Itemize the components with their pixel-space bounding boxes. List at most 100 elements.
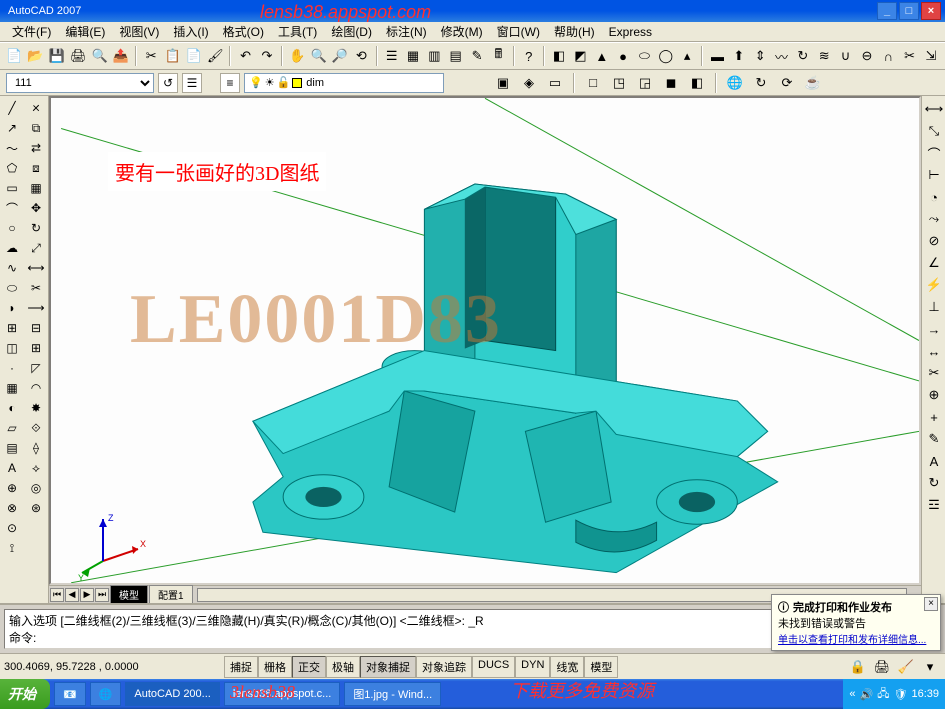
- toggle-polar[interactable]: 极轴: [326, 656, 360, 678]
- box-icon[interactable]: ◧: [549, 45, 569, 67]
- taskbar-item-autocad[interactable]: AutoCAD 200...: [125, 682, 219, 706]
- menu-file[interactable]: 文件(F): [6, 21, 57, 42]
- tray-comm-icon[interactable]: 🔒: [847, 656, 869, 678]
- toggle-dyn[interactable]: DYN: [515, 656, 550, 678]
- join-icon[interactable]: ⊞: [25, 338, 47, 358]
- dim-style-icon[interactable]: ☲: [923, 494, 945, 516]
- presspull2-icon[interactable]: ⇲: [921, 45, 941, 67]
- scale-icon[interactable]: ⤢: [25, 238, 47, 258]
- menu-draw[interactable]: 绘图(D): [325, 21, 378, 42]
- chamfer-icon[interactable]: ◸: [25, 358, 47, 378]
- dim-arc-icon[interactable]: ⌒: [923, 142, 945, 164]
- extrude-icon[interactable]: ⬆: [729, 45, 749, 67]
- explode-icon[interactable]: ✸: [25, 398, 47, 418]
- dim-break-icon[interactable]: ✂: [923, 362, 945, 384]
- mtext-icon[interactable]: A: [1, 458, 23, 478]
- zoom-window-icon[interactable]: 🔎: [330, 45, 350, 67]
- tray-shield-icon[interactable]: 🛡: [894, 688, 908, 701]
- sheet-set-icon[interactable]: ▤: [446, 45, 466, 67]
- tab-layout1[interactable]: 配置1: [149, 585, 193, 604]
- undo-icon[interactable]: ↶: [235, 45, 255, 67]
- tray-menu-icon[interactable]: ▾: [919, 656, 941, 678]
- region-icon[interactable]: ▱: [1, 418, 23, 438]
- spline-icon[interactable]: ∿: [1, 258, 23, 278]
- tray-net-icon[interactable]: 🖧: [877, 685, 889, 704]
- mod2-icon[interactable]: ⟠: [25, 438, 47, 458]
- menu-window[interactable]: 窗口(W): [491, 21, 546, 42]
- visual-hidden-icon[interactable]: ◲: [634, 72, 656, 94]
- stretch-icon[interactable]: ⟷: [25, 258, 47, 278]
- torus-icon[interactable]: ◯: [656, 45, 676, 67]
- view-iso-icon[interactable]: ◈: [518, 72, 540, 94]
- center-mark-icon[interactable]: +: [923, 406, 945, 428]
- move-icon[interactable]: ✥: [25, 198, 47, 218]
- trim-icon[interactable]: ✂: [25, 278, 47, 298]
- gradient-icon[interactable]: ◐: [1, 398, 23, 418]
- zoom-previous-icon[interactable]: ⟲: [351, 45, 371, 67]
- view-top-icon[interactable]: ▣: [492, 72, 514, 94]
- tray-vol-icon[interactable]: 🔊: [860, 688, 874, 701]
- revcloud-icon[interactable]: ☁: [1, 238, 23, 258]
- dim-aligned-icon[interactable]: ⤡: [923, 120, 945, 142]
- ellipse-arc-icon[interactable]: ◗: [1, 298, 23, 318]
- view-front-icon[interactable]: ▭: [544, 72, 566, 94]
- minimize-button[interactable]: _: [877, 2, 897, 20]
- dim-diameter-icon[interactable]: ⊘: [923, 230, 945, 252]
- presspull-icon[interactable]: ⇕: [750, 45, 770, 67]
- dim-baseline-icon[interactable]: ⊥: [923, 296, 945, 318]
- copy-obj-icon[interactable]: ⧉: [25, 118, 47, 138]
- tray-clean-icon[interactable]: 🧹: [895, 656, 917, 678]
- menu-help[interactable]: 帮助(H): [548, 21, 601, 42]
- misc2-icon[interactable]: ⊗: [1, 498, 23, 518]
- polygon-icon[interactable]: ⬠: [1, 158, 23, 178]
- new-icon[interactable]: 📄: [4, 45, 24, 67]
- tool-palettes-icon[interactable]: ▥: [424, 45, 444, 67]
- mod3-icon[interactable]: ⟡: [25, 458, 47, 478]
- properties-icon[interactable]: ☰: [382, 45, 402, 67]
- toggle-otrack[interactable]: 对象追踪: [416, 656, 472, 678]
- dim-radius-icon[interactable]: ◔: [923, 186, 945, 208]
- tab-last-icon[interactable]: ⏭: [95, 588, 109, 602]
- maximize-button[interactable]: □: [899, 2, 919, 20]
- tray-plot-icon[interactable]: 🖨: [871, 656, 893, 678]
- arc-icon[interactable]: ⌒: [1, 198, 23, 218]
- layer-prev-icon[interactable]: ↺: [158, 73, 178, 93]
- wedge-icon[interactable]: ◩: [570, 45, 590, 67]
- copy-icon[interactable]: 📋: [162, 45, 182, 67]
- toggle-model[interactable]: 模型: [584, 656, 618, 678]
- visual-3dwire-icon[interactable]: ◳: [608, 72, 630, 94]
- union-icon[interactable]: ∪: [835, 45, 855, 67]
- save-icon[interactable]: 💾: [47, 45, 67, 67]
- plot-icon[interactable]: 🖨: [68, 45, 88, 67]
- publish-icon[interactable]: 📤: [111, 45, 131, 67]
- dim-quick-icon[interactable]: ⚡: [923, 274, 945, 296]
- offset-icon[interactable]: ⧈: [25, 158, 47, 178]
- table-icon[interactable]: ▤: [1, 438, 23, 458]
- pan-icon[interactable]: ✋: [287, 45, 307, 67]
- subtract-icon[interactable]: ⊖: [857, 45, 877, 67]
- dim-continue-icon[interactable]: →: [923, 318, 945, 340]
- dim-angular-icon[interactable]: ∠: [923, 252, 945, 274]
- mod4-icon[interactable]: ◎: [25, 478, 47, 498]
- xline-icon[interactable]: ↗: [1, 118, 23, 138]
- mod1-icon[interactable]: ⟐: [25, 418, 47, 438]
- paste-icon[interactable]: 📄: [184, 45, 204, 67]
- tab-first-icon[interactable]: ⏮: [50, 588, 64, 602]
- toggle-lwt[interactable]: 线宽: [550, 656, 584, 678]
- menu-modify[interactable]: 修改(M): [435, 21, 489, 42]
- dim-edit-icon[interactable]: ✎: [923, 428, 945, 450]
- pline-icon[interactable]: 〜: [1, 138, 23, 158]
- cut-icon[interactable]: ✂: [141, 45, 161, 67]
- menu-dimension[interactable]: 标注(N): [380, 21, 433, 42]
- taskbar-item-1[interactable]: 📧: [54, 682, 86, 706]
- menu-edit[interactable]: 编辑(E): [59, 21, 111, 42]
- erase-icon[interactable]: 🞪: [25, 98, 47, 118]
- dim-jogged-icon[interactable]: ⤳: [923, 208, 945, 230]
- rectangle-icon[interactable]: ▭: [1, 178, 23, 198]
- intersect-icon[interactable]: ∩: [878, 45, 898, 67]
- plot-preview-icon[interactable]: 🔍: [89, 45, 109, 67]
- tray-chevron-icon[interactable]: «: [849, 688, 855, 700]
- dim-update-icon[interactable]: ↻: [923, 472, 945, 494]
- extend-icon[interactable]: ⟶: [25, 298, 47, 318]
- make-block-icon[interactable]: ◫: [1, 338, 23, 358]
